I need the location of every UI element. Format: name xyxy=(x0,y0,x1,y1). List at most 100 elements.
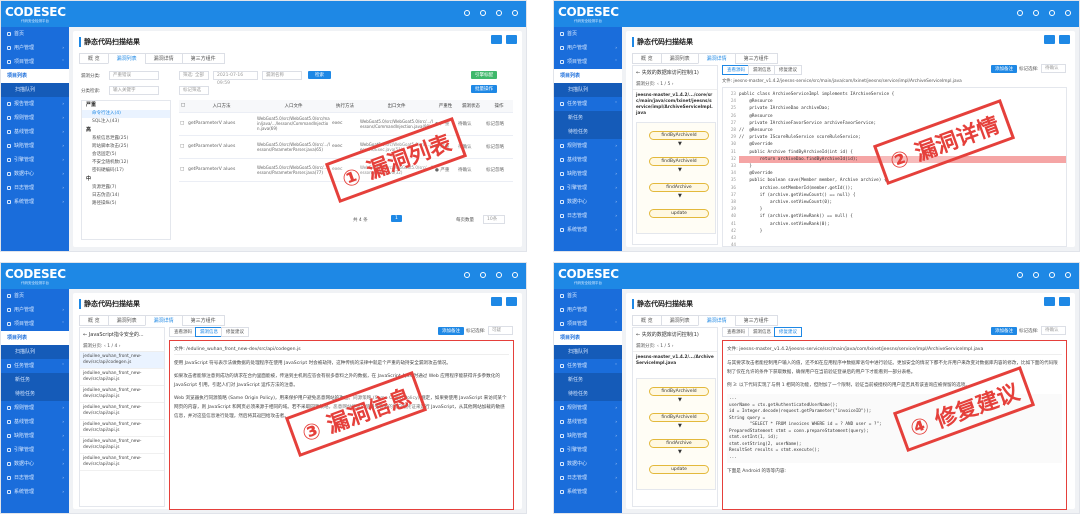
sidebar-item[interactable]: 缺陷管理 › xyxy=(554,167,622,181)
sidebar-item[interactable]: 首页 xyxy=(1,289,69,303)
tab-overview[interactable]: 概 览 xyxy=(632,53,662,64)
sidebar-item[interactable]: 项目列表 xyxy=(554,69,622,83)
sidebar-item[interactable]: 项目管理 ˅ xyxy=(554,55,622,69)
sidebar-item[interactable]: 新任务 xyxy=(554,373,622,387)
sidebar-item[interactable]: 项目管理 ˅ xyxy=(1,55,69,69)
engine-button[interactable]: 引擎标配 xyxy=(471,71,497,79)
tree-item[interactable]: SQL注入(43) xyxy=(82,118,170,126)
sidebar-item[interactable]: 日志管理 › xyxy=(1,471,69,485)
sidebar-item[interactable]: 数据中心 › xyxy=(554,457,622,471)
sidebar-item[interactable]: 日志管理 › xyxy=(554,209,622,223)
logout-icon[interactable] xyxy=(512,272,518,278)
page-size-select[interactable]: 10条 xyxy=(483,215,505,224)
fullscreen-button[interactable] xyxy=(506,35,517,44)
logout-icon[interactable] xyxy=(1065,10,1071,16)
row-checkbox[interactable]: □ xyxy=(179,158,187,182)
sidebar-item[interactable]: 引擎管理 › xyxy=(1,443,69,457)
sidebar-item[interactable]: 系统管理 › xyxy=(554,485,622,499)
mark-select[interactable]: 可疑 xyxy=(488,326,513,335)
cell-action-link[interactable]: 标记忽略 xyxy=(484,135,513,159)
flow-node[interactable]: findByArchiveId xyxy=(649,131,709,140)
tab-third-party[interactable]: 第三方组件 xyxy=(181,315,225,326)
subtab-source[interactable]: 查看源码 xyxy=(169,327,197,337)
user-icon[interactable] xyxy=(496,272,502,278)
tab-vuln-list[interactable]: 漏洞列表 xyxy=(660,53,699,64)
tab-vuln-list[interactable]: 漏洞列表 xyxy=(107,315,146,326)
subtab-source[interactable]: 查看源码 xyxy=(722,327,750,337)
flow-node[interactable]: update xyxy=(649,465,709,474)
logout-icon[interactable] xyxy=(1065,272,1071,278)
class-search-input[interactable]: 输入关键字 xyxy=(109,86,159,95)
mark-select[interactable]: 待确认 xyxy=(1041,64,1066,73)
page-current[interactable]: 1 xyxy=(391,215,402,222)
sidebar-item[interactable]: 扫描队列 xyxy=(554,345,622,359)
sidebar-item[interactable]: 系统管理 › xyxy=(1,485,69,499)
sidebar-item[interactable]: 用户管理 › xyxy=(1,41,69,55)
sidebar-item[interactable]: 基线管理 › xyxy=(554,153,622,167)
help-icon[interactable] xyxy=(1017,10,1023,16)
sidebar-item[interactable]: 首页 xyxy=(554,27,622,41)
tab-vuln-detail[interactable]: 漏洞详情 xyxy=(697,315,736,326)
tab-vuln-detail[interactable]: 漏洞详情 xyxy=(144,315,183,326)
file-list-item[interactable]: jeduilee_wuhan_front_new-dev/src/api/api… xyxy=(80,403,164,420)
collapse-button[interactable] xyxy=(491,297,502,306)
row-checkbox[interactable]: □ xyxy=(179,112,187,136)
subtab-info[interactable]: 漏洞信息 xyxy=(748,65,776,75)
subtab-info[interactable]: 漏洞信息 xyxy=(748,327,776,337)
tree-item[interactable]: 会话固定(5) xyxy=(82,151,170,159)
sidebar-item[interactable]: 引擎管理 › xyxy=(554,443,622,457)
select-all-checkbox[interactable]: □ xyxy=(179,100,187,113)
tab-vuln-detail[interactable]: 漏洞详情 xyxy=(697,53,736,64)
tab-third-party[interactable]: 第三方组件 xyxy=(181,53,225,64)
sidebar-item[interactable]: 缺陷管理 › xyxy=(554,429,622,443)
row-checkbox[interactable]: □ xyxy=(179,135,187,159)
sidebar-item[interactable]: 用户管理 › xyxy=(1,303,69,317)
collapse-button[interactable] xyxy=(1044,297,1055,306)
subtab-source[interactable]: 查看源码 xyxy=(722,65,750,75)
sidebar-item[interactable]: 扫描队列 xyxy=(1,345,69,359)
sidebar-item[interactable]: 项目管理 ˅ xyxy=(554,317,622,331)
sidebar-item[interactable]: 待检任务 xyxy=(554,387,622,401)
cell-action-link[interactable]: 标记忽略 xyxy=(484,112,513,136)
file-list-item[interactable]: jeduilee_wuhan_front_new-dev/src/api/api… xyxy=(80,437,164,454)
subtab-fix[interactable]: 修复建议 xyxy=(221,327,249,337)
user-icon[interactable] xyxy=(1049,10,1055,16)
logout-icon[interactable] xyxy=(512,10,518,16)
flow-node[interactable]: findArchive xyxy=(649,183,709,192)
page-nav-current[interactable]: 1 xyxy=(660,344,663,349)
sidebar-item[interactable]: 扫描队列 xyxy=(554,83,622,97)
flow-node[interactable]: update xyxy=(649,209,709,218)
tree-item[interactable]: 资源泄露(7) xyxy=(82,184,170,192)
tree-item[interactable]: 不安全随机数(12) xyxy=(82,159,170,167)
help-icon[interactable] xyxy=(1017,272,1023,278)
fullscreen-button[interactable] xyxy=(1059,35,1070,44)
sidebar-item[interactable]: 引擎管理 › xyxy=(554,181,622,195)
sidebar-item[interactable]: 首页 xyxy=(1,27,69,41)
help-icon[interactable] xyxy=(464,10,470,16)
tree-group[interactable]: 严重 xyxy=(82,101,170,110)
flow-node[interactable]: findByArchiveId xyxy=(649,413,709,422)
tree-item[interactable]: 命令行注入(4) xyxy=(82,110,170,118)
tab-third-party[interactable]: 第三方组件 xyxy=(734,315,778,326)
sidebar-item[interactable]: 数据中心 › xyxy=(1,457,69,471)
batch-button[interactable]: 批量操作 xyxy=(471,85,497,93)
tree-group[interactable]: 高 xyxy=(82,126,170,135)
tab-vuln-list[interactable]: 漏洞列表 xyxy=(107,53,146,64)
sidebar-item[interactable]: 任务管理 ˅ xyxy=(554,359,622,373)
fullscreen-button[interactable] xyxy=(1059,297,1070,306)
tab-overview[interactable]: 概 览 xyxy=(632,315,662,326)
subtab-fix[interactable]: 修复建议 xyxy=(774,327,802,337)
flow-node[interactable]: findByArchiveId xyxy=(649,157,709,166)
tree-item[interactable]: 跨站脚本攻击(25) xyxy=(82,143,170,151)
sidebar-item[interactable]: 任务管理 ˅ xyxy=(1,359,69,373)
search-button[interactable]: 检索 xyxy=(308,71,331,79)
sidebar-item[interactable]: 基线管理 › xyxy=(1,415,69,429)
sidebar-item[interactable]: 规则管理 › xyxy=(1,401,69,415)
sidebar-item[interactable]: 待检任务 xyxy=(554,125,622,139)
user-icon[interactable] xyxy=(1049,272,1055,278)
add-note-button[interactable]: 添加备注 xyxy=(991,65,1017,73)
sidebar-item[interactable]: 用户管理 › xyxy=(554,41,622,55)
file-list-item[interactable]: jeduilee_wuhan_front_new-dev/src/api/api… xyxy=(80,454,164,471)
sidebar-item[interactable]: 规则管理 › xyxy=(1,111,69,125)
tree-item[interactable]: 系统信息泄露(25) xyxy=(82,135,170,143)
